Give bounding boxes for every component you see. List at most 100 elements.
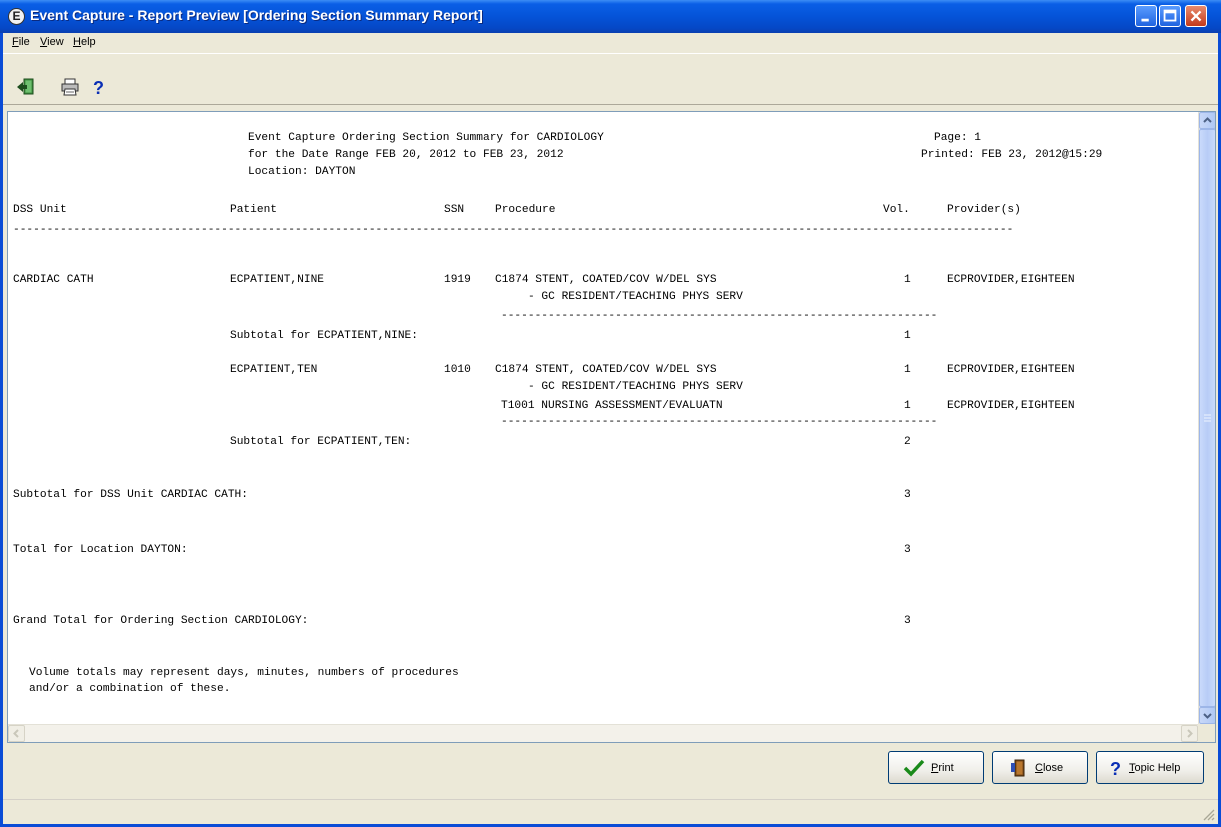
grand-total-label: Grand Total for Ordering Section CARDIOL…	[13, 615, 309, 627]
report-content: Event Capture Ordering Section Summary f…	[8, 112, 1198, 724]
vertical-scrollbar[interactable]	[1198, 112, 1215, 724]
app-icon: E	[8, 8, 25, 25]
menu-help-accel: H	[73, 36, 81, 48]
scroll-up-button[interactable]	[1199, 112, 1215, 129]
menu-bar: File View Help	[3, 33, 1218, 53]
procedure-modifier: - GC RESIDENT/TEACHING PHYS SERV	[528, 381, 743, 393]
location-total-value: 3	[904, 544, 911, 556]
location-total-label: Total for Location DAYTON:	[13, 544, 188, 556]
menu-view-label: iew	[47, 36, 64, 48]
exit-icon	[17, 78, 34, 95]
print-button[interactable]: Print	[888, 751, 984, 784]
close-button-text: lose	[1042, 762, 1064, 774]
procedure-provider: ECPROVIDER,EIGHTEEN	[947, 274, 1075, 286]
topic-help-button[interactable]: ? Topic Help	[1096, 751, 1204, 784]
header-divider: ----------------------------------------…	[13, 224, 1014, 236]
close-button-label: Close	[1035, 762, 1063, 774]
chevron-down-icon	[1203, 713, 1212, 719]
chevron-left-icon	[13, 729, 19, 738]
patient-ssn: 1919	[444, 274, 471, 286]
col-header-ssn: SSN	[444, 204, 465, 216]
print-button-text: rint	[938, 762, 954, 774]
status-bar	[3, 799, 1218, 824]
menu-file-label: ile	[18, 36, 30, 48]
patient-subtotal-value: 2	[904, 436, 911, 448]
close-button[interactable]: Close	[992, 751, 1088, 784]
maximize-icon	[1163, 9, 1177, 22]
maximize-button[interactable]	[1159, 5, 1181, 27]
scroll-right-button[interactable]	[1181, 725, 1198, 742]
menu-file[interactable]: File	[12, 36, 30, 48]
printer-icon	[61, 78, 79, 96]
procedure-line: T1001 NURSING ASSESSMENT/EVALUATN	[501, 400, 723, 412]
dss-unit-cell: CARDIAC CATH	[13, 274, 94, 286]
dss-subtotal-label: Subtotal for DSS Unit CARDIAC CATH:	[13, 489, 248, 501]
patient-name: ECPATIENT,NINE	[230, 274, 324, 286]
col-header-providers: Provider(s)	[947, 204, 1021, 216]
report-preview-window: E Event Capture - Report Preview [Orderi…	[0, 0, 1221, 827]
menu-help-label: elp	[80, 36, 96, 48]
window-title: Event Capture - Report Preview [Ordering…	[30, 7, 483, 23]
report-header-line2: for the Date Range FEB 20, 2012 to FEB 2…	[248, 149, 564, 161]
scroll-corner	[1198, 724, 1215, 742]
col-header-vol: Vol.	[883, 204, 910, 216]
title-bar[interactable]: E Event Capture - Report Preview [Orderi…	[0, 0, 1221, 33]
procedure-line: C1874 STENT, COATED/COV W/DEL SYS	[495, 364, 717, 376]
exit-button[interactable]	[12, 74, 36, 98]
chevron-right-icon	[1187, 729, 1193, 738]
subtotal-divider: ----------------------------------------…	[501, 416, 938, 428]
procedure-modifier: - GC RESIDENT/TEACHING PHYS SERV	[528, 291, 743, 303]
col-header-patient: Patient	[230, 204, 277, 216]
minimize-icon	[1141, 18, 1149, 22]
close-icon	[1190, 10, 1202, 22]
patient-subtotal-label: Subtotal for ECPATIENT,NINE:	[230, 330, 418, 342]
horizontal-scrollbar[interactable]	[8, 724, 1198, 742]
patient-name: ECPATIENT,TEN	[230, 364, 318, 376]
patient-subtotal-value: 1	[904, 330, 911, 342]
footnote-line1: Volume totals may represent days, minute…	[29, 667, 459, 679]
procedure-volume: 1	[904, 400, 911, 412]
patient-subtotal-label: Subtotal for ECPATIENT,TEN:	[230, 436, 412, 448]
toolbar: ?	[3, 53, 1218, 105]
scroll-left-button[interactable]	[8, 725, 25, 742]
help-icon: ?	[93, 78, 104, 97]
close-button-accel: C	[1035, 762, 1043, 774]
report-printed-date: Printed: FEB 23, 2012@15:29	[921, 149, 1103, 161]
door-exit-icon	[1011, 759, 1025, 777]
close-window-button[interactable]	[1185, 5, 1207, 27]
topic-help-button-label: Topic Help	[1129, 762, 1180, 774]
grip-icon	[1204, 414, 1211, 422]
chevron-up-icon	[1203, 117, 1212, 123]
subtotal-divider: ----------------------------------------…	[501, 310, 938, 322]
print-toolbar-button[interactable]	[57, 74, 81, 98]
scroll-down-button[interactable]	[1199, 707, 1215, 724]
procedure-volume: 1	[904, 364, 911, 376]
topic-help-button-text: opic Help	[1134, 762, 1181, 774]
resize-grip-icon[interactable]	[1203, 809, 1215, 821]
menu-view[interactable]: View	[40, 36, 64, 48]
procedure-volume: 1	[904, 274, 911, 286]
menu-file-accel: F	[12, 36, 19, 48]
procedure-line: C1874 STENT, COATED/COV W/DEL SYS	[495, 274, 717, 286]
print-button-label: Print	[931, 762, 954, 774]
report-header-line3: Location: DAYTON	[248, 166, 356, 178]
svg-text:?: ?	[1110, 759, 1121, 778]
minimize-button[interactable]	[1135, 5, 1157, 27]
help-toolbar-button[interactable]: ?	[86, 74, 110, 98]
footnote-line2: and/or a combination of these.	[29, 683, 231, 695]
procedure-provider: ECPROVIDER,EIGHTEEN	[947, 364, 1075, 376]
col-header-procedure: Procedure	[495, 204, 556, 216]
dss-subtotal-value: 3	[904, 489, 911, 501]
report-page-number: Page: 1	[934, 132, 981, 144]
grand-total-value: 3	[904, 615, 911, 627]
procedure-provider: ECPROVIDER,EIGHTEEN	[947, 400, 1075, 412]
checkmark-icon	[903, 759, 925, 777]
vertical-scroll-thumb[interactable]	[1199, 129, 1215, 707]
report-header-line1: Event Capture Ordering Section Summary f…	[248, 132, 604, 144]
col-header-dss-unit: DSS Unit	[13, 204, 67, 216]
report-viewer[interactable]: Event Capture Ordering Section Summary f…	[7, 111, 1216, 743]
help-icon: ?	[1110, 759, 1121, 778]
svg-text:?: ?	[93, 78, 104, 97]
menu-help[interactable]: Help	[73, 36, 96, 48]
patient-ssn: 1010	[444, 364, 471, 376]
